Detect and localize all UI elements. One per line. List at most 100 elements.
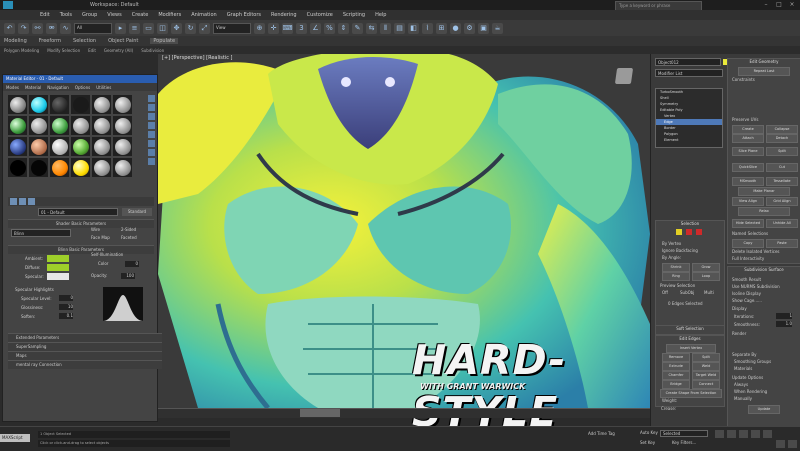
material-slot[interactable] — [92, 137, 111, 156]
update-button[interactable]: Update — [748, 405, 780, 414]
remove-button[interactable]: Remove — [662, 353, 690, 362]
material-slot[interactable] — [29, 158, 48, 177]
two-sided-checkbox[interactable]: 2-Sided — [121, 227, 136, 232]
rotate-icon[interactable]: ↻ — [185, 22, 196, 34]
opacity-spinner[interactable]: 100 — [121, 273, 135, 279]
material-slot[interactable] — [113, 95, 132, 114]
glossiness-spinner[interactable]: 10 — [59, 304, 73, 310]
window-crossing-icon[interactable]: ◫ — [157, 22, 168, 34]
pivot-icon[interactable]: ⊕ — [254, 22, 265, 34]
menu-scripting[interactable]: Scripting — [343, 12, 365, 18]
select-object-icon[interactable]: ▸ — [115, 22, 126, 34]
blinn-basic-rollout[interactable]: Blinn Basic Parameters — [8, 245, 154, 254]
curve-editor-icon[interactable]: ⌇ — [422, 22, 433, 34]
next-frame-icon[interactable] — [751, 430, 760, 438]
tessellate-button[interactable]: Tessellate — [766, 177, 798, 186]
uv-tiling-icon[interactable] — [148, 122, 155, 129]
viewport-label[interactable]: [+] [Perspective] [Realistic ] — [162, 55, 233, 61]
set-key-button[interactable]: Set Key — [640, 440, 655, 445]
go-to-start-icon[interactable] — [715, 430, 724, 438]
material-slot[interactable] — [113, 158, 132, 177]
select-by-name-icon[interactable]: ≡ — [129, 22, 140, 34]
rect-selection-icon[interactable]: ▭ — [143, 22, 154, 34]
create-shape-button[interactable]: Create Shape From Selection — [660, 389, 722, 398]
key-filters-button[interactable]: Key Filters... — [672, 440, 696, 445]
render-icon[interactable]: ☕ — [492, 22, 503, 34]
material-slot[interactable] — [8, 95, 27, 114]
reset-map-icon[interactable] — [28, 198, 35, 205]
attach-button[interactable]: Attach — [732, 134, 764, 143]
menu-create[interactable]: Create — [132, 12, 149, 18]
undo-icon[interactable]: ↶ — [4, 22, 15, 34]
render-frame-icon[interactable]: ▣ — [478, 22, 489, 34]
tab-modeling[interactable]: Modeling — [4, 38, 27, 44]
snap-icon[interactable]: 3 — [296, 22, 307, 34]
move-icon[interactable]: ✥ — [171, 22, 182, 34]
unlink-icon[interactable]: ⚮ — [46, 22, 57, 34]
maxscript-listener[interactable]: MAXScript — [0, 434, 30, 442]
align-icon[interactable]: ⫴ — [380, 22, 391, 34]
supersampling-rollout[interactable]: SuperSampling — [8, 342, 162, 351]
material-slot[interactable] — [8, 137, 27, 156]
iterations-spinner[interactable]: 1 — [776, 313, 792, 319]
panel-subdivision[interactable]: Subdivision — [141, 48, 164, 53]
paste-button[interactable]: Paste — [766, 239, 798, 248]
ignore-backfacing-checkbox[interactable]: Ignore Backfacing — [662, 248, 698, 253]
video-color-icon[interactable] — [148, 131, 155, 138]
get-material-icon[interactable] — [10, 198, 17, 205]
stack-item[interactable]: Element — [656, 137, 722, 143]
modifier-list-dropdown[interactable]: Modifier List — [655, 69, 723, 77]
menu-tools[interactable]: Tools — [60, 12, 72, 18]
material-slot[interactable] — [71, 137, 90, 156]
menu-animation[interactable]: Animation — [191, 12, 217, 18]
color-spinner[interactable]: 0 — [125, 261, 139, 267]
mat-menu-material[interactable]: Material — [25, 85, 41, 90]
spec-level-spinner[interactable]: 0 — [59, 295, 73, 301]
options-icon[interactable] — [148, 149, 155, 156]
mat-menu-modes[interactable]: Modes — [6, 85, 19, 90]
scale-icon[interactable]: ⤢ — [199, 22, 210, 34]
shader-dropdown[interactable]: Blinn — [11, 229, 71, 237]
mental-ray-rollout[interactable]: mental ray Connection — [8, 360, 162, 369]
angle-snap-icon[interactable]: ∠ — [310, 22, 321, 34]
app-logo-icon[interactable] — [3, 1, 13, 9]
weld-button[interactable]: Weld — [692, 362, 720, 371]
materials-checkbox[interactable]: Materials — [734, 366, 752, 371]
make-preview-icon[interactable] — [148, 140, 155, 147]
preview-off-radio[interactable]: Off — [662, 290, 668, 295]
material-slot[interactable] — [71, 158, 90, 177]
loop-button[interactable]: Loop — [692, 272, 720, 281]
layer-icon[interactable]: ▤ — [394, 22, 405, 34]
manipulate-icon[interactable]: ✛ — [268, 22, 279, 34]
backlight-icon[interactable] — [148, 104, 155, 111]
full-interactivity-checkbox[interactable]: Full Interactivity — [732, 256, 764, 261]
extrude-button[interactable]: Extrude — [662, 362, 690, 371]
material-editor-icon[interactable]: ● — [450, 22, 461, 34]
smooth-result-checkbox[interactable]: Smooth Result — [732, 277, 761, 282]
element-mode-icon[interactable] — [696, 229, 702, 235]
by-angle-checkbox[interactable]: By Angle: — [662, 255, 681, 260]
spinner-snap-icon[interactable]: ⇕ — [338, 22, 349, 34]
panel-polygon-modeling[interactable]: Polygon Modeling — [4, 48, 39, 53]
color-checkbox[interactable]: Color — [98, 261, 108, 266]
timeline[interactable] — [158, 408, 650, 418]
connect-button[interactable]: Connect — [692, 380, 720, 389]
manually-radio[interactable]: Manually — [734, 396, 752, 401]
soft-selection-rollout[interactable]: Soft Selection — [655, 325, 725, 335]
material-slot[interactable] — [92, 95, 111, 114]
tab-freeform[interactable]: Freeform — [39, 38, 61, 44]
play-icon[interactable] — [739, 430, 748, 438]
split-geo-button[interactable]: Split — [766, 147, 798, 156]
menu-group[interactable]: Group — [82, 12, 97, 18]
tab-object-paint[interactable]: Object Paint — [108, 38, 138, 44]
viewcube-icon[interactable] — [614, 68, 634, 84]
copy-button[interactable]: Copy — [732, 239, 764, 248]
panel-geometry[interactable]: Geometry (All) — [104, 48, 133, 53]
material-slot[interactable] — [50, 95, 69, 114]
relax-button[interactable]: Relax — [738, 207, 790, 216]
go-to-end-icon[interactable] — [763, 430, 772, 438]
smoothness-spinner[interactable]: 1.0 — [776, 321, 792, 327]
ring-button[interactable]: Ring — [662, 272, 690, 281]
delete-isolated-checkbox[interactable]: Delete Isolated Vertices — [732, 249, 779, 254]
minimize-icon[interactable]: – — [760, 1, 772, 9]
